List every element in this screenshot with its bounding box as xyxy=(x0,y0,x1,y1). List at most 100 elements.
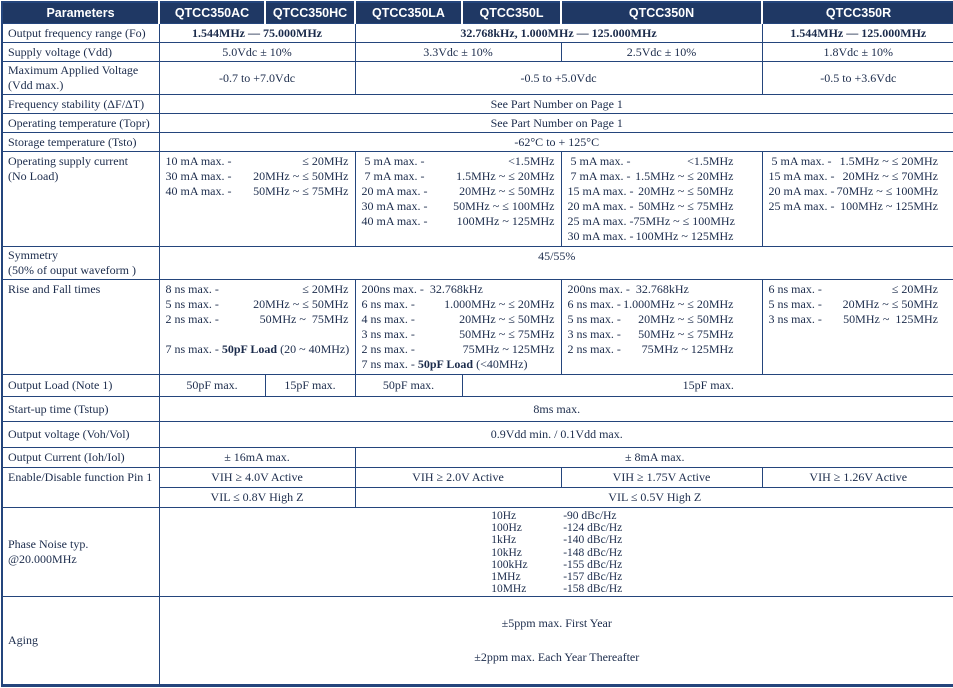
row-label: Output voltage (Voh/Vol) xyxy=(2,422,159,448)
cell-topr-all: See Part Number on Page 1 xyxy=(159,114,953,133)
spec-line: 40 mA max. -100MHz ~ 125MHz xyxy=(362,214,555,229)
spec-line: 20 mA max. -50MHz ~ ≤ 75MHz xyxy=(568,199,734,214)
cell-tstup-all: 8ms max. xyxy=(159,397,953,422)
cell-rise-r: 6 ns max. -≤ 20MHz5 ns max. -20MHz ~ ≤ 5… xyxy=(762,280,953,375)
row-label: Output Current (Ioh/Iol) xyxy=(2,448,159,468)
cell-vdd-n: 2.5Vdc ± 10% xyxy=(561,43,762,62)
spec-line-spacer xyxy=(166,327,349,342)
spec-line: 30 mA max. -100MHz ~ 125MHz xyxy=(568,229,734,244)
row-label: Phase Noise typ. @20.000MHz xyxy=(2,508,159,597)
spec-line: 5 mA max. -<1.5MHz xyxy=(568,154,734,169)
row-symmetry: Symmetry (50% of ouput waveform ) 45/55% xyxy=(2,247,953,280)
cell-fo-ac-hc: 1.544MHz — 75.000MHz xyxy=(159,24,355,43)
row-label: Frequency stability (ΔF/ΔT) xyxy=(2,95,159,114)
spec-line: 20 mA max. -70MHz ~ ≤ 100MHz xyxy=(769,184,939,199)
row-output-current: Output Current (Ioh/Iol) ± 16mA max. ± 8… xyxy=(2,448,953,468)
row-frequency-stability: Frequency stability (ΔF/ΔT) See Part Num… xyxy=(2,95,953,114)
row-label: Start-up time (Tstup) xyxy=(2,397,159,422)
header-row: Parameters QTCC350AC QTCC350HC QTCC350LA… xyxy=(2,2,953,24)
row-label: Operating temperature (Topr) xyxy=(2,114,159,133)
spec-line: 6 ns max. -≤ 20MHz xyxy=(769,282,939,297)
cell-vih-r: VIH ≥ 1.26V Active xyxy=(762,468,953,488)
phase-noise-line: 100Hz-124 dBc/Hz xyxy=(491,522,622,534)
spec-line: 5 ns max. -20MHz ~ ≤ 50MHz xyxy=(568,312,734,327)
cell-fo-r: 1.544MHz — 125.000MHz xyxy=(762,24,953,43)
spec-line: 10 mA max. -≤ 20MHz xyxy=(166,154,349,169)
spec-line: 40 mA max. -50MHz ~ ≤ 75MHz xyxy=(166,184,349,199)
spec-line: 5 mA max. -1.5MHz ~ ≤ 20MHz xyxy=(769,154,939,169)
cell-rise-ac-hc: 8 ns max. -≤ 20MHz5 ns max. -20MHz ~ ≤ 5… xyxy=(159,280,355,375)
spec-line: 25 mA max. -75MHz ~ ≤ 100MHz xyxy=(568,214,734,229)
spec-line: 200ns max. - 32.768kHz xyxy=(568,282,734,297)
cell-symmetry-all: 45/55% xyxy=(159,247,953,280)
phase-noise-line: 10kHz-148 dBc/Hz xyxy=(491,547,622,559)
aging-line-2: ±2ppm max. Each Year Thereafter xyxy=(164,649,951,666)
row-operating-supply-current: Operating supply current (No Load) 10 mA… xyxy=(2,152,953,247)
row-startup-time: Start-up time (Tstup) 8ms max. xyxy=(2,397,953,422)
cell-stability-all: See Part Number on Page 1 xyxy=(159,95,953,114)
cell-load-hc: 15pF max. xyxy=(265,375,355,397)
spec-line: 2 ns max. -75MHz ~ 125MHz xyxy=(568,342,734,357)
row-enable-disable-vih: Enable/Disable function Pin 1 VIH ≥ 4.0V… xyxy=(2,468,953,488)
row-output-voltage: Output voltage (Voh/Vol) 0.9Vdd min. / 0… xyxy=(2,422,953,448)
cell-current-ac-hc: 10 mA max. -≤ 20MHz30 mA max. -20MHz ~ ≤… xyxy=(159,152,355,247)
cell-vih-ac-hc: VIH ≥ 4.0V Active xyxy=(159,468,355,488)
spec-line: 15 mA max. -20MHz ~ ≤ 70MHz xyxy=(769,169,939,184)
row-output-load: Output Load (Note 1) 50pF max. 15pF max.… xyxy=(2,375,953,397)
spec-line: 6 ns max. -1.000MHz ~ ≤ 20MHz xyxy=(568,297,734,312)
header-model-qtcc350ac: QTCC350AC xyxy=(159,2,265,24)
row-phase-noise: Phase Noise typ. @20.000MHz 10Hz-90 dBc/… xyxy=(2,508,953,597)
cell-vddmax-ac-hc: -0.7 to +7.0Vdc xyxy=(159,62,355,95)
row-label: Storage temperature (Tsto) xyxy=(2,133,159,152)
spec-line: 7 ns max. - 50pF Load (20 ~ 40MHz) xyxy=(166,342,349,357)
header-model-qtcc350hc: QTCC350HC xyxy=(265,2,355,24)
phase-noise-line: 10MHz-158 dBc/Hz xyxy=(491,583,622,595)
cell-vih-la-l: VIH ≥ 2.0V Active xyxy=(355,468,561,488)
spec-line: 3 ns max. -50MHz ~ 125MHz xyxy=(769,312,939,327)
aging-line-1: ±5ppm max. First Year xyxy=(164,615,951,632)
spec-line: 5 ns max. -20MHz ~ ≤ 50MHz xyxy=(769,297,939,312)
cell-load-la: 50pF max. xyxy=(355,375,462,397)
row-aging: Aging ±5ppm max. First Year ±2ppm max. E… xyxy=(2,597,953,686)
spec-line: 2 ns max. -50MHz ~ 75MHz xyxy=(166,312,349,327)
row-label: Operating supply current (No Load) xyxy=(2,152,159,247)
spec-line: 4 ns max. -20MHz ~ ≤ 50MHz xyxy=(362,312,555,327)
spec-line: 3 ns max. -50MHz ~ ≤ 75MHz xyxy=(568,327,734,342)
phase-noise-line: 1kHz-140 dBc/Hz xyxy=(491,534,622,546)
cell-current-r: 5 mA max. -1.5MHz ~ ≤ 20MHz15 mA max. -2… xyxy=(762,152,953,247)
row-label: Output Load (Note 1) xyxy=(2,375,159,397)
cell-load-l-n-r: 15pF max. xyxy=(462,375,953,397)
row-label: Aging xyxy=(2,597,159,686)
spec-line: 5 mA max. -<1.5MHz xyxy=(362,154,555,169)
row-max-applied-voltage: Maximum Applied Voltage (Vdd max.) -0.7 … xyxy=(2,62,953,95)
spec-line: 6 ns max. -1.000MHz ~ ≤ 20MHz xyxy=(362,297,555,312)
spec-line: 30 mA max. -50MHz ~ ≤ 100MHz xyxy=(362,199,555,214)
spec-line: 8 ns max. -≤ 20MHz xyxy=(166,282,349,297)
row-label: Enable/Disable function Pin 1 xyxy=(2,468,159,508)
row-storage-temperature: Storage temperature (Tsto) -62°C to + 12… xyxy=(2,133,953,152)
cell-vdd-la-l: 3.3Vdc ± 10% xyxy=(355,43,561,62)
spec-line: 200ns max. - 32.768kHz xyxy=(362,282,555,297)
header-model-qtcc350r: QTCC350R xyxy=(762,2,953,24)
row-output-frequency-range: Output frequency range (Fo) 1.544MHz — 7… xyxy=(2,24,953,43)
cell-aging-all: ±5ppm max. First Year ±2ppm max. Each Ye… xyxy=(159,597,953,686)
cell-ioh-rest: ± 8mA max. xyxy=(355,448,953,468)
spec-line: 5 ns max. -20MHz ~ ≤ 50MHz xyxy=(166,297,349,312)
cell-load-ac: 50pF max. xyxy=(159,375,265,397)
spec-line: 15 mA max. -20MHz ~ ≤ 50MHz xyxy=(568,184,734,199)
row-label: Output frequency range (Fo) xyxy=(2,24,159,43)
cell-vih-n: VIH ≥ 1.75V Active xyxy=(561,468,762,488)
cell-current-la-l: 5 mA max. -<1.5MHz 7 mA max. -1.5MHz ~ ≤… xyxy=(355,152,561,247)
cell-fo-la-l-n: 32.768kHz, 1.000MHz — 125.000MHz xyxy=(355,24,762,43)
cell-ioh-ac-hc: ± 16mA max. xyxy=(159,448,355,468)
header-model-qtcc350n: QTCC350N xyxy=(561,2,762,24)
spec-line: 7 mA max. -1.5MHz ~ ≤ 20MHz xyxy=(362,169,555,184)
cell-phase-all: 10Hz-90 dBc/Hz100Hz-124 dBc/Hz1kHz-140 d… xyxy=(159,508,953,597)
cell-rise-la-l: 200ns max. - 32.768kHz6 ns max. -1.000MH… xyxy=(355,280,561,375)
cell-current-n: 5 mA max. -<1.5MHz 7 mA max. -1.5MHz ~ ≤… xyxy=(561,152,762,247)
row-label: Rise and Fall times xyxy=(2,280,159,375)
cell-voh-all: 0.9Vdd min. / 0.1Vdd max. xyxy=(159,422,953,448)
phase-noise-line: 100kHz-155 dBc/Hz xyxy=(491,559,622,571)
spec-line: 3 ns max. -50MHz ~ ≤ 75MHz xyxy=(362,327,555,342)
spec-line: 25 mA max. -100MHz ~ 125MHz xyxy=(769,199,939,214)
